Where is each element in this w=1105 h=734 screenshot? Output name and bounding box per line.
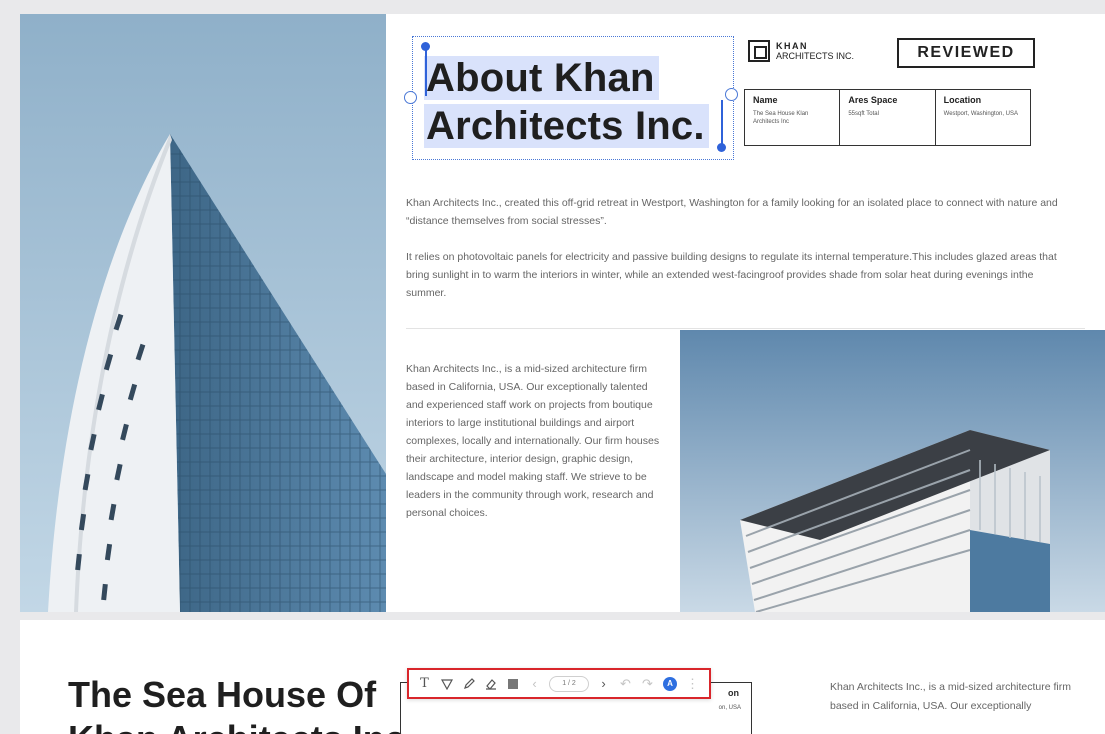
ai-assistant-icon[interactable]: A bbox=[663, 676, 677, 691]
logo-subtitle: ARCHITECTS INC. bbox=[776, 51, 855, 61]
resize-handle-right[interactable] bbox=[725, 88, 738, 101]
info-header: Location bbox=[943, 95, 982, 105]
logo-mark-icon bbox=[748, 40, 770, 62]
prev-page-icon[interactable]: ‹ bbox=[525, 673, 544, 695]
redo-icon[interactable]: ↷ bbox=[638, 673, 657, 695]
next-page-icon[interactable]: › bbox=[594, 673, 613, 695]
page-title[interactable]: About Khan Architects Inc. bbox=[424, 54, 709, 150]
eraser-icon[interactable] bbox=[481, 673, 500, 695]
sustainability-paragraph: It relies on photovoltaic panels for ele… bbox=[406, 251, 1057, 299]
logo-name: KHAN bbox=[776, 41, 808, 51]
more-icon[interactable]: ⋮ bbox=[683, 673, 702, 695]
divider bbox=[406, 328, 1085, 329]
highlighter-icon[interactable] bbox=[437, 673, 456, 695]
title-line-2: Architects Inc. bbox=[424, 104, 709, 148]
page2-title-line-2: Khan Architects Inc. bbox=[68, 718, 415, 734]
selection-start-handle[interactable] bbox=[421, 42, 430, 51]
company-logo: KHAN ARCHITECTS INC. bbox=[748, 40, 854, 62]
info-cell-area: Ares Space 55sqft Total bbox=[840, 90, 936, 145]
title-line-1: About Khan bbox=[424, 56, 659, 100]
info-cell-name: Name The Sea House Klan Architects Inc bbox=[745, 90, 841, 145]
page2-table-header: on bbox=[728, 688, 739, 698]
info-value: Westport, Washington, USA bbox=[943, 111, 1019, 117]
resize-handle-left[interactable] bbox=[404, 91, 417, 104]
selection-end-handle[interactable] bbox=[717, 143, 726, 152]
undo-icon[interactable]: ↶ bbox=[616, 673, 635, 695]
color-swatch-icon[interactable] bbox=[503, 673, 522, 695]
tall-building-photo bbox=[20, 14, 386, 612]
info-value: The Sea House Klan Architects Inc bbox=[753, 111, 809, 125]
page2-table-value: on, USA bbox=[718, 705, 741, 711]
info-header: Ares Space bbox=[848, 95, 898, 105]
selection-end-caret[interactable] bbox=[721, 100, 723, 148]
info-cell-location: Location Westport, Washington, USA bbox=[936, 90, 1030, 145]
intro-paragraph: Khan Architects Inc., created this off-g… bbox=[406, 197, 1058, 227]
info-header: Name bbox=[753, 95, 778, 105]
project-info-table: Name The Sea House Klan Architects Inc A… bbox=[744, 89, 1031, 146]
text-tool-icon[interactable]: T bbox=[415, 673, 434, 695]
office-building-photo bbox=[680, 330, 1105, 612]
about-firm-paragraph: Khan Architects Inc., is a mid-sized arc… bbox=[406, 363, 660, 519]
selection-start-caret[interactable] bbox=[425, 46, 427, 96]
reviewed-stamp: REVIEWED bbox=[897, 38, 1035, 68]
info-value: 55sqft Total bbox=[848, 111, 879, 117]
page2-paragraph: Khan Architects Inc., is a mid-sized arc… bbox=[830, 681, 1072, 712]
pen-icon[interactable] bbox=[459, 673, 478, 695]
annotation-toolbar: T ‹ 1 / 2 › ↶ ↷ A ⋮ bbox=[407, 668, 711, 699]
page2-title-line-1: The Sea House Of bbox=[68, 674, 377, 715]
page-indicator[interactable]: 1 / 2 bbox=[549, 675, 589, 692]
